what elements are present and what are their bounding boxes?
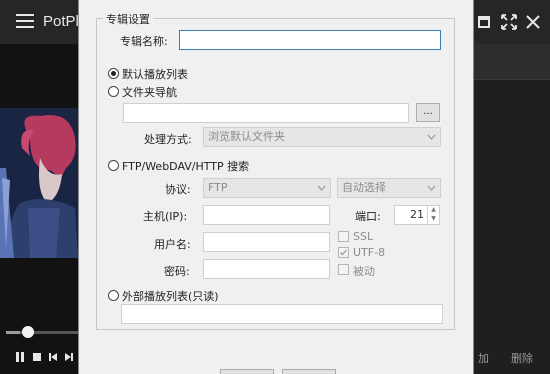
playlist-header [474, 44, 550, 80]
encoding-value: 自动选择 [342, 181, 386, 194]
cancel-button[interactable] [282, 369, 336, 374]
ok-button[interactable] [220, 369, 274, 374]
group-title: 专辑设置 [103, 11, 153, 27]
close-icon[interactable] [523, 12, 543, 32]
protocol-value: FTP [208, 181, 228, 194]
default-playlist-radio[interactable] [108, 68, 119, 79]
handling-value: 浏览默认文件夹 [208, 130, 285, 143]
folder-nav-label: 文件夹导航 [122, 86, 177, 99]
spin-down-icon[interactable]: ▼ [428, 214, 439, 223]
pause-icon[interactable] [15, 351, 25, 363]
chevron-down-icon [317, 185, 326, 191]
previous-icon[interactable] [48, 351, 58, 363]
ssl-label: SSL [353, 230, 374, 243]
utf8-checkbox[interactable] [338, 247, 349, 258]
host-label: 主机(IP): [143, 210, 188, 223]
handling-select[interactable]: 浏览默认文件夹 [203, 127, 441, 147]
port-input[interactable]: 21 ▲ ▼ [394, 205, 440, 225]
password-input[interactable] [203, 259, 330, 279]
ssl-checkbox[interactable] [338, 231, 349, 242]
seek-progress [6, 331, 21, 334]
add-button[interactable]: 加 [478, 349, 489, 369]
spin-up-icon[interactable]: ▲ [428, 205, 439, 214]
chevron-down-icon [427, 134, 436, 140]
ftp-search-label: FTP/WebDAV/HTTP 搜索 [122, 160, 250, 173]
protocol-label: 协议: [165, 183, 191, 196]
encoding-select[interactable]: 自动选择 [337, 178, 441, 198]
album-settings-dialog: 专辑设置 专辑名称: 默认播放列表 文件夹导航 ... 处理方式: 浏览默认文件… [78, 0, 474, 374]
handling-label: 处理方式: [144, 133, 192, 146]
checkmark-icon [340, 249, 347, 256]
passive-label: 被动 [353, 265, 375, 278]
chevron-down-icon [427, 185, 436, 191]
folder-path-input[interactable] [123, 103, 409, 123]
external-playlist-input[interactable] [121, 304, 443, 324]
app-title: PotPl [43, 13, 79, 30]
delete-button[interactable]: 删除 [511, 349, 533, 369]
restore-icon[interactable] [476, 12, 496, 32]
external-playlist-radio[interactable] [108, 290, 119, 301]
username-label: 用户名: [154, 238, 191, 251]
password-label: 密码: [164, 265, 190, 278]
utf8-label: UTF-8 [353, 246, 386, 259]
seek-bar[interactable] [6, 331, 78, 334]
video-frame [0, 108, 78, 258]
album-settings-group [96, 18, 455, 330]
album-name-label: 专辑名称: [120, 35, 168, 48]
port-label: 端口: [355, 210, 381, 223]
port-value: 21 [410, 208, 424, 221]
browse-button[interactable]: ... [416, 103, 440, 122]
passive-checkbox[interactable] [338, 264, 349, 275]
hamburger-menu-icon[interactable] [16, 14, 34, 29]
default-playlist-label: 默认播放列表 [122, 68, 188, 81]
ftp-search-radio[interactable] [108, 160, 119, 171]
host-input[interactable] [203, 205, 330, 225]
stop-icon[interactable] [32, 351, 42, 363]
next-icon[interactable] [64, 351, 74, 363]
protocol-select[interactable]: FTP [203, 178, 331, 198]
playlist-area [474, 44, 550, 374]
fullscreen-icon[interactable] [499, 12, 519, 32]
external-playlist-label: 外部播放列表(只读) [122, 290, 219, 303]
album-name-input[interactable] [179, 30, 441, 50]
anime-character-image [0, 108, 78, 258]
username-input[interactable] [203, 232, 330, 252]
folder-nav-radio[interactable] [108, 86, 119, 97]
port-spinner[interactable]: ▲ ▼ [427, 205, 439, 225]
